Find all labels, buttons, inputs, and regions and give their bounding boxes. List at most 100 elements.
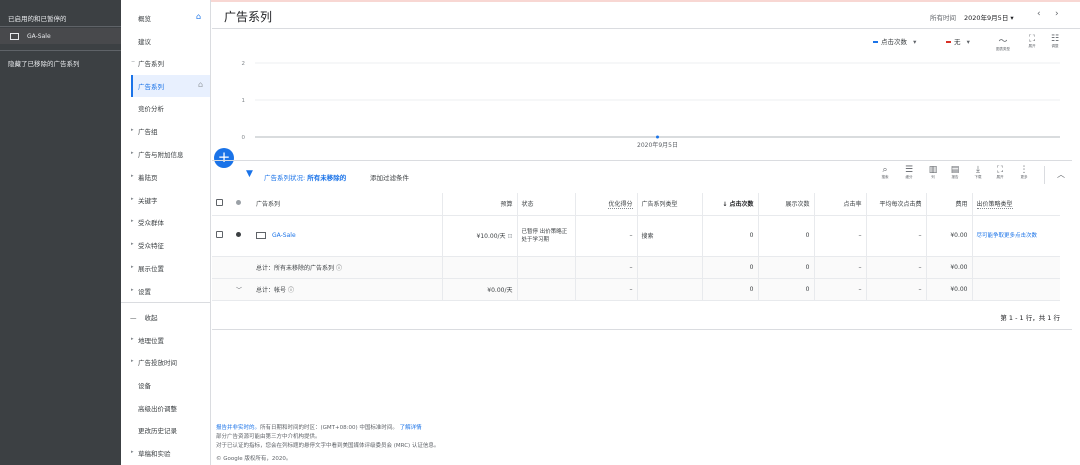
expand-icon: ▸ [131, 173, 134, 179]
col-bid[interactable]: 出价策略类型 [972, 193, 1060, 216]
divider [0, 26, 121, 27]
performance-chart: 2 1 0 2020年9月5日 [242, 61, 1060, 149]
dropdown-icon: ▾ [913, 38, 917, 46]
active-indicator [131, 75, 133, 97]
bid-strategy-link[interactable]: 尽可能争取更多点击次数 [972, 215, 1060, 257]
collapse-table-icon[interactable]: ︿ [1057, 169, 1065, 180]
nav-landing[interactable]: ▸ 着陆页 [131, 172, 158, 182]
adjust-icon[interactable]: ☷ 调整 [1046, 34, 1064, 49]
nav-ads[interactable]: ▸ 广告与附加信息 [131, 149, 184, 159]
nav-campaigns-sub[interactable]: 广告系列 [138, 81, 164, 91]
account-item[interactable]: GA-Sale [10, 32, 51, 40]
date-picker[interactable]: 2020年9月5日 ▾ [964, 12, 1014, 22]
nav-adgroups[interactable]: ▸ 广告组 [131, 126, 158, 136]
table-header-row: 广告系列 预算 状态 优化得分 广告系列类型 ↓ 点击次数 展示次数 点击率 平… [212, 193, 1060, 216]
expand-icon[interactable]: ⛶ 展开 [993, 165, 1007, 180]
filter-icon[interactable]: ▼ [246, 169, 253, 179]
nav-audience-features[interactable]: ▸ 受众特征 [131, 240, 164, 250]
nav-keywords[interactable]: ▸ 关键字 [131, 195, 158, 205]
col-campaign[interactable]: 广告系列 [252, 193, 443, 216]
col-impr[interactable]: 展示次数 [758, 193, 815, 216]
expand-total-icon[interactable]: ﹀ [232, 278, 252, 301]
nav-locations[interactable]: ▸ 地理位置 [131, 335, 164, 345]
col-clicks[interactable]: ↓ 点击次数 [702, 193, 759, 216]
learn-more-link[interactable]: 了解详情 [400, 425, 422, 431]
campaign-icon [10, 32, 19, 40]
budget-cell[interactable]: ¥10.00/天 ⊡ [442, 215, 518, 257]
status-cell: 已暂停 出价策略正处于学习期 [517, 215, 576, 257]
total-ctr: – [814, 256, 867, 279]
col-type[interactable]: 广告系列类型 [637, 193, 703, 216]
footer-copyright: © Google 版权所有，2020。 [216, 456, 292, 462]
col-cpc[interactable]: 平均每次点击费 [866, 193, 927, 216]
total-impr: 0 [758, 278, 815, 301]
columns-icon[interactable]: ▥ 列 [926, 165, 940, 180]
status-col [232, 193, 252, 216]
col-cost[interactable]: 费用 [926, 193, 973, 216]
select-all[interactable] [212, 193, 232, 216]
campaign-table: 广告系列 预算 状态 优化得分 广告系列类型 ↓ 点击次数 展示次数 点击率 平… [212, 193, 1060, 301]
expand-icon[interactable]: ⛶ 展开 [1023, 34, 1041, 49]
expand-icon: ▸ [131, 336, 134, 342]
nav-placements[interactable]: ▸ 展示位置 [131, 263, 164, 273]
next-date-icon[interactable]: › [1055, 9, 1059, 19]
metric2-select[interactable]: 无 ▾ [946, 36, 970, 46]
status-dot[interactable] [232, 215, 252, 257]
col-status[interactable]: 状态 [517, 193, 576, 216]
data-point[interactable] [656, 135, 659, 139]
nav-settings[interactable]: ▸ 设置 [131, 286, 151, 296]
nav-audiences[interactable]: ▸ 受众群体 [131, 217, 164, 227]
help-icon[interactable]: ⓘ [336, 265, 342, 272]
total-clicks: 0 [702, 278, 759, 301]
type-cell: 搜索 [637, 215, 703, 257]
total-cpc: – [866, 278, 927, 301]
hidden-removed-toggle[interactable]: 隐藏了已移除的广告系列 [8, 58, 80, 68]
dropdown-icon: ▾ [1010, 14, 1014, 22]
expand-icon: ▸ [131, 150, 134, 156]
dropdown-icon: ▾ [966, 38, 970, 46]
col-budget[interactable]: 预算 [442, 193, 518, 216]
expand-icon: ▸ [131, 241, 134, 247]
not-realtime-link[interactable]: 报告并非实时的。 [216, 425, 260, 431]
filter-chip[interactable]: 广告系列状况: 所有未移除的 [264, 172, 346, 182]
y-tick-label: 0 [242, 135, 246, 141]
chart-icon: ⊡ [505, 233, 513, 240]
filter-enabled-paused[interactable]: 已启用的和已暂停的 [8, 13, 67, 23]
nav-devices[interactable]: 设备 [138, 380, 151, 390]
chart-type-icon[interactable]: 〜图表类型 [994, 34, 1012, 52]
nav-suggestions[interactable]: 建议 [138, 36, 151, 46]
footer-line2: 部分广告资源可能由第三方中介机构提供。 [216, 434, 321, 440]
paused-icon [236, 232, 241, 237]
col-opt[interactable]: 优化得分 [575, 193, 638, 216]
reports-icon[interactable]: ▤ 报告 [948, 165, 962, 180]
nav-schedule[interactable]: ▸ 广告投放时间 [131, 357, 177, 367]
nav-history[interactable]: 更改历史记录 [138, 425, 177, 435]
more-icon[interactable]: ⋮ 更多 [1017, 165, 1031, 180]
campaign-name-link[interactable]: GA-Sale [272, 232, 296, 239]
campaign-cell[interactable]: GA-Sale [252, 215, 443, 257]
help-icon[interactable]: ⓘ [288, 287, 294, 294]
add-filter-button[interactable]: 添加过滤条件 [370, 172, 409, 182]
checkbox[interactable] [216, 199, 223, 207]
clicks-cell: 0 [702, 215, 759, 257]
nav-collapse[interactable]: — 收起 [130, 312, 158, 322]
total-row-campaigns: 总计：所有未移除的广告系列 ⓘ – 0 0 – – ¥0.00 [212, 256, 1060, 279]
search-icon[interactable]: ⌕ 搜索 [878, 165, 892, 180]
add-campaign-button[interactable]: + [214, 148, 234, 168]
prev-date-icon[interactable]: ‹ [1037, 9, 1041, 19]
col-ctr[interactable]: 点击率 [814, 193, 867, 216]
home-icon: ⌂ [198, 80, 204, 89]
checkbox[interactable] [216, 231, 223, 238]
nav-campaigns[interactable]: − 广告系列 [131, 58, 164, 68]
segment-icon[interactable]: ☰ 细分 [902, 165, 916, 180]
nav-auction[interactable]: 竞价分析 [138, 103, 164, 113]
row-select[interactable] [212, 215, 232, 257]
download-icon[interactable]: ⤓ 下载 [971, 165, 985, 180]
divider [0, 50, 121, 51]
nav-drafts[interactable]: ▸ 草稿和实验 [131, 448, 171, 458]
expand-icon: ▸ [131, 218, 134, 224]
nav-bid-adjust[interactable]: 高级出价调整 [138, 403, 177, 413]
nav-overview[interactable]: 概览 [138, 13, 151, 23]
minus-icon: — [130, 314, 137, 322]
metric1-select[interactable]: 点击次数 ▾ [873, 36, 916, 46]
